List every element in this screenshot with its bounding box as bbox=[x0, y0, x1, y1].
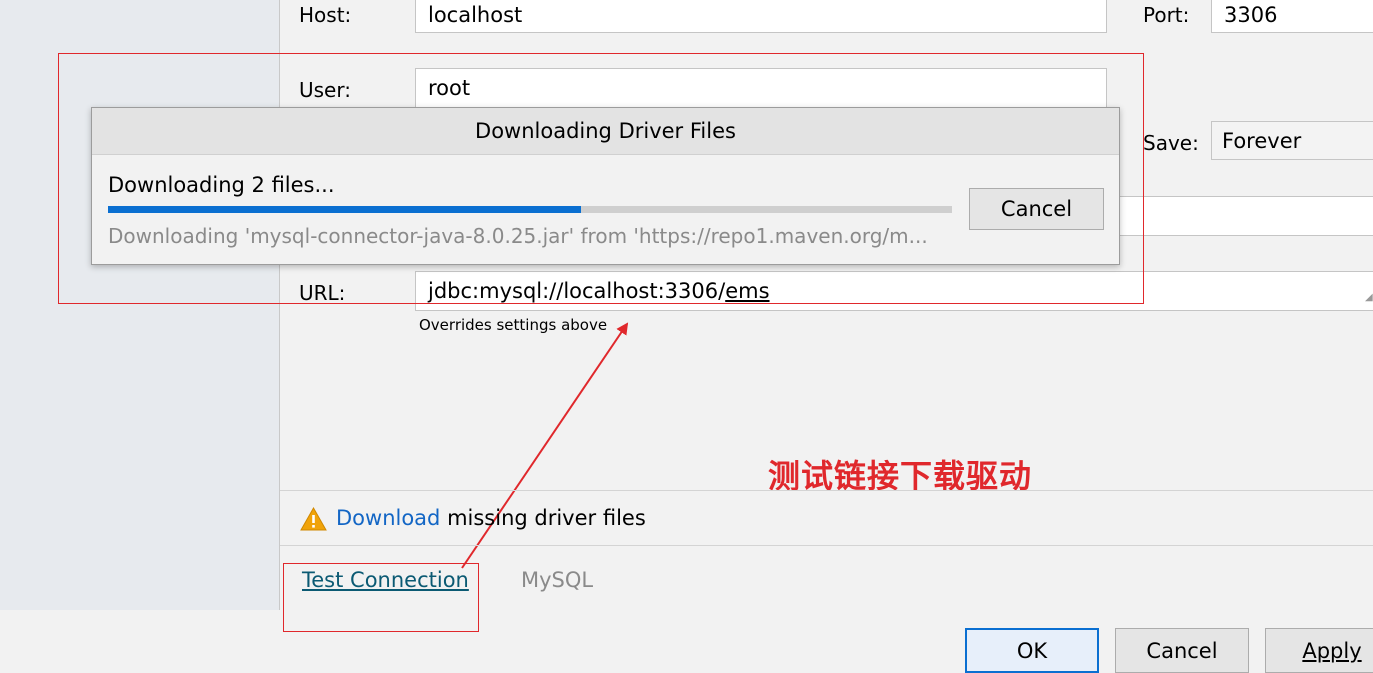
test-connection-highlight-box bbox=[283, 563, 479, 632]
cancel-button[interactable]: Cancel bbox=[1115, 628, 1249, 673]
warning-icon bbox=[300, 507, 327, 531]
ok-button[interactable]: OK bbox=[965, 628, 1099, 673]
driver-notice: Download missing driver files bbox=[336, 506, 646, 530]
driver-name-label[interactable]: MySQL bbox=[521, 568, 593, 592]
separator-bottom bbox=[280, 545, 1373, 546]
driver-notice-text: missing driver files bbox=[440, 506, 646, 530]
apply-button[interactable]: Apply bbox=[1265, 628, 1373, 673]
download-drivers-link[interactable]: Download bbox=[336, 506, 440, 530]
annotation-arrow bbox=[461, 322, 629, 569]
separator-top bbox=[280, 490, 1373, 491]
